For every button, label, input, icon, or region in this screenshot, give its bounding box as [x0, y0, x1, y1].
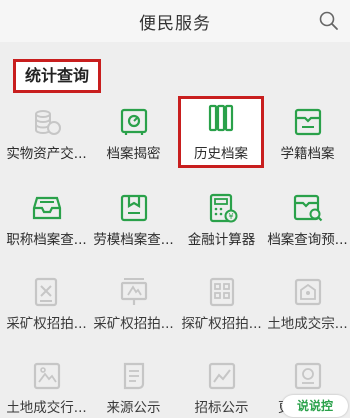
- more-icon: [294, 362, 321, 390]
- svg-text:¥: ¥: [228, 212, 233, 221]
- exploration-icon: [209, 277, 234, 307]
- tile-label: 来源公示: [106, 400, 161, 416]
- folder-search-icon: [293, 194, 322, 222]
- service-tile-model-worker-archive[interactable]: 劳模档案查...: [90, 188, 177, 250]
- chart-line-icon: [208, 362, 235, 390]
- safe-icon: [120, 108, 147, 135]
- binders-icon: [208, 104, 234, 132]
- tile-label: 采矿权招拍...: [6, 316, 87, 332]
- tile-label: 职称档案查...: [6, 232, 87, 248]
- service-tile-student-archive[interactable]: 学籍档案: [264, 102, 350, 164]
- service-tile-land-market[interactable]: 土地成交行...: [3, 356, 90, 418]
- land-deal-icon: [294, 278, 321, 306]
- tile-label: 土地成交行...: [6, 400, 87, 416]
- service-tile-physical-asset[interactable]: 实物资产交...: [3, 102, 90, 164]
- tile-label: 采矿权招拍...: [93, 316, 174, 332]
- top-bar: 便民服务: [0, 0, 350, 42]
- tile-label: 招标公示: [194, 400, 249, 416]
- mining-sign-icon: [120, 278, 147, 305]
- tile-label: 土地成交宗...: [267, 316, 348, 332]
- tile-label: 历史档案: [194, 146, 248, 162]
- scroll-icon: [123, 362, 144, 390]
- tile-label: 学籍档案: [280, 146, 335, 162]
- service-tile-title-archive[interactable]: 职称档案查...: [3, 188, 90, 250]
- land-map-icon: [33, 362, 60, 390]
- tile-label: 劳模档案查...: [93, 232, 174, 248]
- service-tile-bid-notice[interactable]: 招标公示: [178, 356, 265, 418]
- inbox-tray-icon: [32, 196, 61, 220]
- service-tile-mining-auction-1[interactable]: 采矿权招拍...: [3, 272, 90, 334]
- tile-label: 实物资产交...: [6, 146, 87, 162]
- coins-icon: [34, 110, 61, 135]
- service-tile-archive-query-booking[interactable]: 档案查询预...: [264, 188, 350, 250]
- service-tile-mining-auction-2[interactable]: 采矿权招拍...: [90, 272, 177, 334]
- tile-label: 档案查询预...: [267, 232, 348, 248]
- service-tile-finance-calculator[interactable]: ¥ 金融计算器: [178, 188, 265, 250]
- service-tile-source-notice[interactable]: 来源公示: [90, 356, 177, 418]
- service-tile-history-archive[interactable]: 历史档案: [178, 96, 264, 168]
- badge-folder-icon: [120, 194, 147, 222]
- calculator-icon: ¥: [209, 193, 237, 223]
- section-title: 统计查询: [13, 59, 101, 93]
- watermark-badge: 说说控: [282, 395, 348, 417]
- mining-icon: [34, 277, 57, 307]
- page-title: 便民服务: [139, 14, 211, 34]
- search-icon[interactable]: [318, 10, 340, 32]
- tile-label: 档案揭密: [106, 146, 161, 162]
- tile-label: 金融计算器: [187, 232, 256, 248]
- service-tile-land-deal[interactable]: 土地成交宗...: [264, 272, 350, 334]
- student-folder-icon: [294, 108, 321, 136]
- tile-label: 探矿权招拍...: [181, 316, 262, 332]
- service-tile-archive-reveal[interactable]: 档案揭密: [90, 102, 177, 164]
- service-tile-exploration-auction[interactable]: 探矿权招拍...: [178, 272, 265, 334]
